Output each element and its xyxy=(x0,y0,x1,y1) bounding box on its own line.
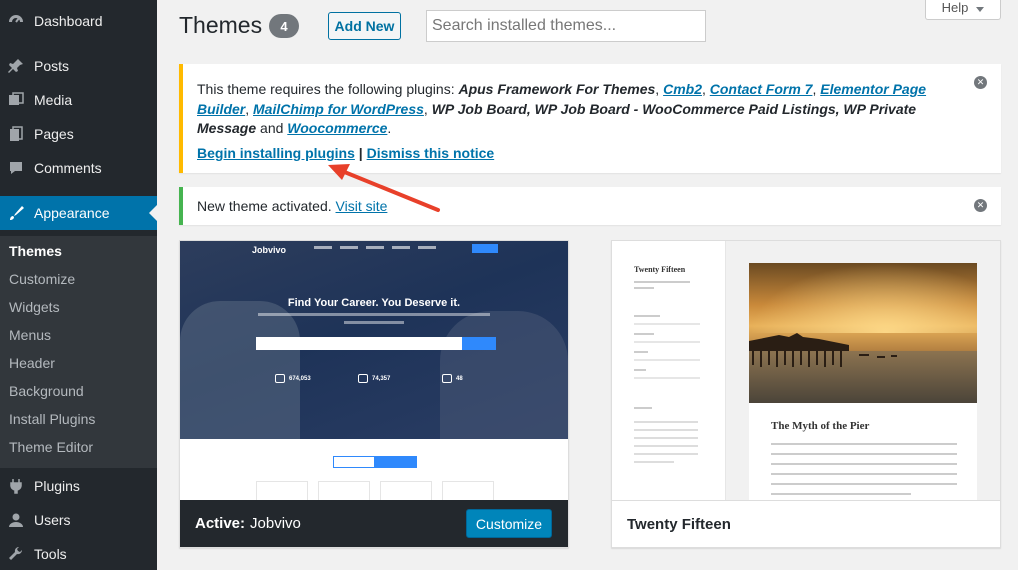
preview-subline xyxy=(258,313,490,316)
begin-installing-plugins-link[interactable]: Begin installing plugins xyxy=(197,145,355,161)
preview-post-title: The Myth of the Pier xyxy=(771,420,870,432)
submenu-customize[interactable]: Customize xyxy=(9,271,75,287)
theme-name: Twenty Fifteen xyxy=(627,515,731,533)
dismiss-notice-link[interactable]: Dismiss this notice xyxy=(367,145,495,161)
menu-users[interactable]: Users xyxy=(0,503,157,537)
active-label: Active: xyxy=(195,515,246,532)
preview-post-button xyxy=(472,244,498,253)
preview-stat: 674,053 xyxy=(275,374,311,383)
menu-label: Media xyxy=(34,92,73,108)
submenu-widgets[interactable]: Widgets xyxy=(9,299,60,315)
preview-nav xyxy=(314,246,436,249)
preview-sidebar: Twenty Fifteen xyxy=(612,241,726,500)
menu-media[interactable]: Media xyxy=(0,83,157,117)
submenu-header[interactable]: Header xyxy=(9,355,55,371)
appearance-submenu: Themes Customize Widgets Menus Header Ba… xyxy=(0,236,157,468)
separator: , xyxy=(701,81,710,97)
add-new-button[interactable]: Add New xyxy=(328,12,401,40)
plugin-cmb2-link[interactable]: Cmb2 xyxy=(663,81,702,97)
media-icon xyxy=(6,91,26,109)
menu-label: Comments xyxy=(34,160,102,176)
preview-subline xyxy=(344,321,404,324)
theme-screenshot[interactable]: Twenty Fifteen The Myth of the Pier xyxy=(612,241,1000,500)
submenu-menus[interactable]: Menus xyxy=(9,327,51,343)
user-icon xyxy=(6,511,26,529)
menu-plugins[interactable]: Plugins xyxy=(0,469,157,503)
comments-icon xyxy=(6,159,26,177)
help-label: Help xyxy=(941,0,969,15)
dashboard-icon xyxy=(6,12,26,30)
menu-label: Tools xyxy=(34,546,67,562)
close-icon[interactable]: ✕ xyxy=(974,199,987,212)
submenu-themes[interactable]: Themes xyxy=(9,243,62,259)
menu-label: Plugins xyxy=(34,478,80,494)
required-plugins-notice: This theme requires the following plugin… xyxy=(179,64,1001,173)
separator: , xyxy=(423,100,432,117)
menu-posts[interactable]: Posts xyxy=(0,49,157,83)
jobvivo-logo: Jobvivo xyxy=(252,245,287,255)
theme-name: Jobvivo xyxy=(250,515,301,532)
submenu-theme-editor[interactable]: Theme Editor xyxy=(9,439,93,455)
annotation-arrow-icon xyxy=(328,164,440,212)
search-themes-input[interactable] xyxy=(426,10,706,42)
menu-appearance[interactable]: Appearance xyxy=(0,196,157,230)
preview-stat: 48 xyxy=(442,374,463,383)
notice-prefix: This theme requires the following plugin… xyxy=(197,81,459,97)
separator: , xyxy=(245,100,254,117)
separator: , xyxy=(655,81,664,97)
menu-label: Dashboard xyxy=(34,13,103,29)
admin-sidebar: Dashboard Posts Media Pages Comments App… xyxy=(0,0,157,570)
preview-headline: Find Your Career. You Deserve it. xyxy=(287,297,461,309)
plug-icon xyxy=(6,477,26,495)
preview-site-title: Twenty Fifteen xyxy=(634,265,686,274)
activated-text: New theme activated. xyxy=(197,198,336,214)
plugin-mailchimp-link[interactable]: MailChimp for WordPress xyxy=(253,101,424,117)
menu-tools[interactable]: Tools xyxy=(0,537,157,570)
submenu-background[interactable]: Background xyxy=(9,383,84,399)
theme-card-twenty-fifteen[interactable]: Twenty Fifteen The Myth of the Pier Twen… xyxy=(611,240,1001,548)
menu-pages[interactable]: Pages xyxy=(0,117,157,151)
menu-label: Users xyxy=(34,512,71,528)
menu-comments[interactable]: Comments xyxy=(0,151,157,185)
help-tab-button[interactable]: Help xyxy=(925,0,1001,20)
theme-name-bar: Twenty Fifteen xyxy=(612,500,1000,547)
pier-photo xyxy=(749,263,977,403)
pin-icon xyxy=(6,57,26,75)
plugin-apus: Apus Framework For Themes xyxy=(458,81,656,97)
jobvivo-hero: Jobvivo Find Your Career. You Deserve it… xyxy=(180,241,568,441)
menu-label: Posts xyxy=(34,58,70,74)
theme-card-active[interactable]: Jobvivo Find Your Career. You Deserve it… xyxy=(179,240,569,548)
submenu-install-plugins[interactable]: Install Plugins xyxy=(9,411,95,427)
brush-icon xyxy=(6,204,26,222)
theme-name-bar: Active: Jobvivo Customize xyxy=(180,500,568,547)
notice-actions: Begin installing plugins | Dismiss this … xyxy=(197,145,494,161)
wrench-icon xyxy=(6,545,26,563)
notice-message: This theme requires the following plugin… xyxy=(197,80,957,139)
theme-count-badge: 4 xyxy=(269,14,299,38)
menu-dashboard[interactable]: Dashboard xyxy=(0,4,157,38)
separator: . xyxy=(387,120,392,136)
caret-down-icon xyxy=(976,0,985,15)
page-title: Themes xyxy=(179,12,263,38)
menu-label: Pages xyxy=(34,126,74,142)
plugin-woocommerce-link[interactable]: Woocommerce xyxy=(287,120,387,136)
preview-search-bar xyxy=(256,337,496,350)
jobvivo-lower xyxy=(180,439,568,500)
separator: and xyxy=(256,120,288,136)
separator: | xyxy=(354,145,367,161)
menu-label: Appearance xyxy=(34,205,110,221)
preview-post: The Myth of the Pier xyxy=(749,263,977,500)
theme-screenshot[interactable]: Jobvivo Find Your Career. You Deserve it… xyxy=(180,241,568,500)
pages-icon xyxy=(6,125,26,143)
customize-button[interactable]: Customize xyxy=(466,509,552,538)
preview-stat: 74,357 xyxy=(358,374,390,383)
theme-activated-notice: New theme activated. Visit site ✕ xyxy=(179,187,1001,225)
plugin-contact-form-link[interactable]: Contact Form 7 xyxy=(710,81,813,97)
close-icon[interactable]: ✕ xyxy=(974,76,987,89)
